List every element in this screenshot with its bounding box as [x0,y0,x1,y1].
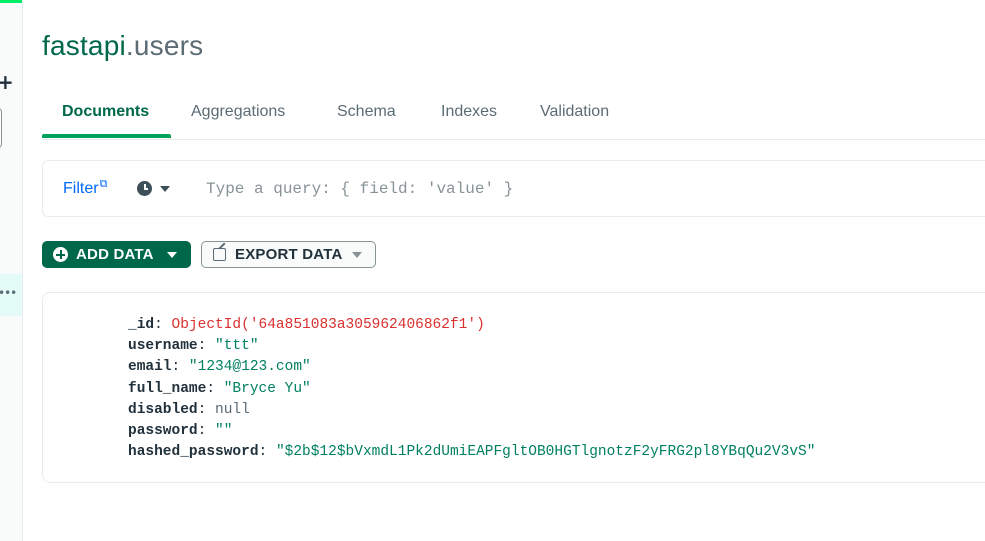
document-field: disabled: null [128,401,250,418]
field-key: full_name [128,380,207,397]
collection-name: users [133,30,204,61]
field-key: disabled [128,401,198,418]
tab-schema[interactable]: Schema [337,103,396,121]
chevron-down-icon [352,252,362,258]
chevron-down-icon [167,252,177,258]
field-value: ObjectId('64a851083a305962406862f1') [171,317,485,333]
field-key: username [128,338,198,355]
filter-label: Filter [63,180,99,197]
query-bar: Filter⧉ [42,160,985,217]
database-name: fastapi [42,30,126,61]
tab-aggregations[interactable]: Aggregations [191,103,285,121]
field-key: _id [128,317,155,333]
more-options-icon[interactable]: ••• [0,286,17,300]
query-history-button[interactable] [135,178,175,200]
title-separator: . [125,30,134,61]
document-field: _id: ObjectId('64a851083a305962406862f1'… [128,317,485,333]
export-data-button[interactable]: EXPORT DATA [201,241,376,268]
plus-circle-icon [53,247,68,262]
field-value: "ttt" [215,338,259,355]
tab-bar: Documents Aggregations Schema Indexes Va… [42,90,985,140]
document-field: username: "ttt" [128,338,259,355]
field-key: hashed_password [128,444,259,461]
tab-indexes[interactable]: Indexes [441,103,497,121]
filter-docs-link[interactable]: Filter⧉ [63,178,108,198]
document-card[interactable]: _id: ObjectId('64a851083a305962406862f1'… [42,292,985,483]
document-field: password: "" [128,423,233,440]
add-data-button[interactable]: ADD DATA [42,241,191,268]
tab-documents[interactable]: Documents [62,103,149,121]
page-title: fastapi.users [42,30,203,62]
active-tab-indicator [42,134,171,138]
document-field: hashed_password: "$2b$12$bVxmdL1Pk2dUmiE… [128,444,816,461]
field-value: "$2b$12$bVxmdL1Pk2dUmiEAPFgltOB0HGTlgnot… [275,444,816,461]
tab-validation[interactable]: Validation [540,103,609,121]
field-key: email [128,359,172,376]
field-value: "1234@123.com" [188,359,311,376]
export-icon [213,248,226,261]
add-data-label: ADD DATA [76,246,154,263]
export-data-label: EXPORT DATA [235,246,343,263]
chevron-down-icon [160,186,170,192]
external-link-icon: ⧉ [99,178,108,190]
add-database-icon[interactable]: + [0,70,14,94]
field-key: password [128,423,198,440]
sidebar-search-input[interactable] [0,108,2,148]
query-input[interactable] [206,178,966,200]
sidebar-accent-bar [0,0,22,3]
field-value: "Bryce Yu" [223,380,311,397]
field-value: null [215,401,250,418]
document-fields: _id: ObjectId('64a851083a305962406862f1'… [128,315,815,463]
document-field: email: "1234@123.com" [128,359,311,376]
clock-icon [137,181,152,196]
document-field: full_name: "Bryce Yu" [128,380,311,397]
field-value: "" [215,423,233,440]
